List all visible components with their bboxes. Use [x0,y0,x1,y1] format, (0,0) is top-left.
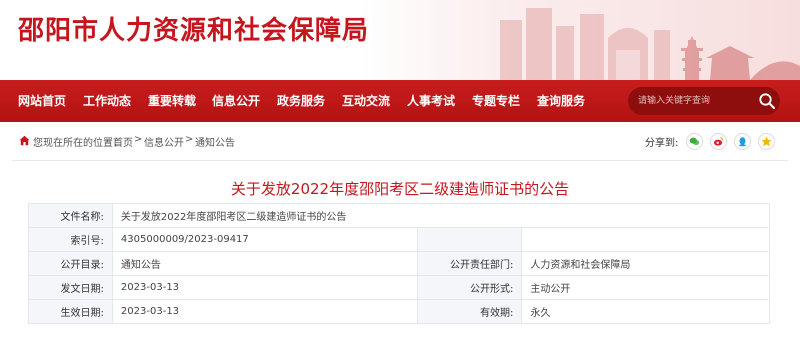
article-meta-table: 文件名称: 关于发放2022年度邵阳考区二级建造师证书的公告 索引号: 4305… [28,203,771,324]
table-row: 公开目录: 通知公告 公开责任部门: 人力资源和社会保障局 [28,251,770,276]
share-label: 分享到: [645,138,679,149]
weibo-icon[interactable] [710,133,727,150]
site-header: 邵阳市人力资源和社会保障局 [0,0,800,80]
nav-item-interaction[interactable]: 互动交流 [342,80,390,122]
nav-item-home[interactable]: 网站首页 [18,80,66,122]
nav-item-special-topics[interactable]: 专题专栏 [472,80,520,122]
date-value: 2023-03-13 [111,275,419,300]
nav-item-reprints[interactable]: 重要转载 [148,80,196,122]
form-value: 主动公开 [521,275,770,300]
file-name-label: 文件名称: [28,203,113,228]
index-label: 索引号: [28,227,113,252]
qzone-icon[interactable] [758,133,775,150]
city-skyline-banner [500,8,800,80]
catalog-value: 通知公告 [111,251,419,276]
effective-date-label: 生效日期: [28,299,113,324]
validity-label: 有效期: [417,299,523,324]
catalog-label: 公开目录: [28,251,113,276]
breadcrumb-prefix: 您现在所在的位置： [33,138,123,149]
index-value: 4305000009/2023-09417 [111,227,419,252]
validity-value: 永久 [521,299,770,324]
breadcrumb-notices[interactable]: 通知公告 [195,134,235,149]
form-label: 公开形式: [417,275,523,300]
breadcrumb-separator: > [185,134,194,145]
home-icon [19,135,30,146]
dept-value: 人力资源和社会保障局 [521,251,770,276]
empty-value-cell [521,227,770,252]
file-name-value: 关于发放2022年度邵阳考区二级建造师证书的公告 [111,203,771,228]
article-title: 关于发放2022年度邵阳考区二级建造师证书的公告 [230,180,570,198]
table-row: 文件名称: 关于发放2022年度邵阳考区二级建造师证书的公告 [28,203,771,228]
empty-label-cell [417,227,523,252]
table-row: 发文日期: 2023-03-13 公开形式: 主动公开 [28,275,770,300]
divider [12,160,788,161]
table-row: 生效日期: 2023-03-13 有效期: 永久 [28,299,770,324]
breadcrumb-separator: > [134,134,143,145]
nav-item-work-news[interactable]: 工作动态 [83,80,131,122]
site-title[interactable]: 邵阳市人力资源和社会保障局 [18,10,369,47]
search-box [628,87,780,115]
nav-item-gov-services[interactable]: 政务服务 [277,80,325,122]
search-input[interactable] [638,91,748,111]
nav-item-query-services[interactable]: 查询服务 [537,80,585,122]
search-icon[interactable] [758,92,776,110]
nav-item-info-disclosure[interactable]: 信息公开 [212,80,260,122]
effective-date-value: 2023-03-13 [111,299,419,324]
qq-icon[interactable] [734,133,751,150]
breadcrumb-bar: 您现在所在的位置： 首页 > 信息公开 > 通知公告 分享到: [0,122,800,160]
nav-item-personnel-exam[interactable]: 人事考试 [407,80,455,122]
date-label: 发文日期: [28,275,113,300]
dept-label: 公开责任部门: [417,251,523,276]
table-row: 索引号: 4305000009/2023-09417 [28,227,770,252]
wechat-icon[interactable] [686,133,703,150]
breadcrumb-home[interactable]: 首页 [113,134,133,149]
breadcrumb-info-disclosure[interactable]: 信息公开 [144,134,184,149]
